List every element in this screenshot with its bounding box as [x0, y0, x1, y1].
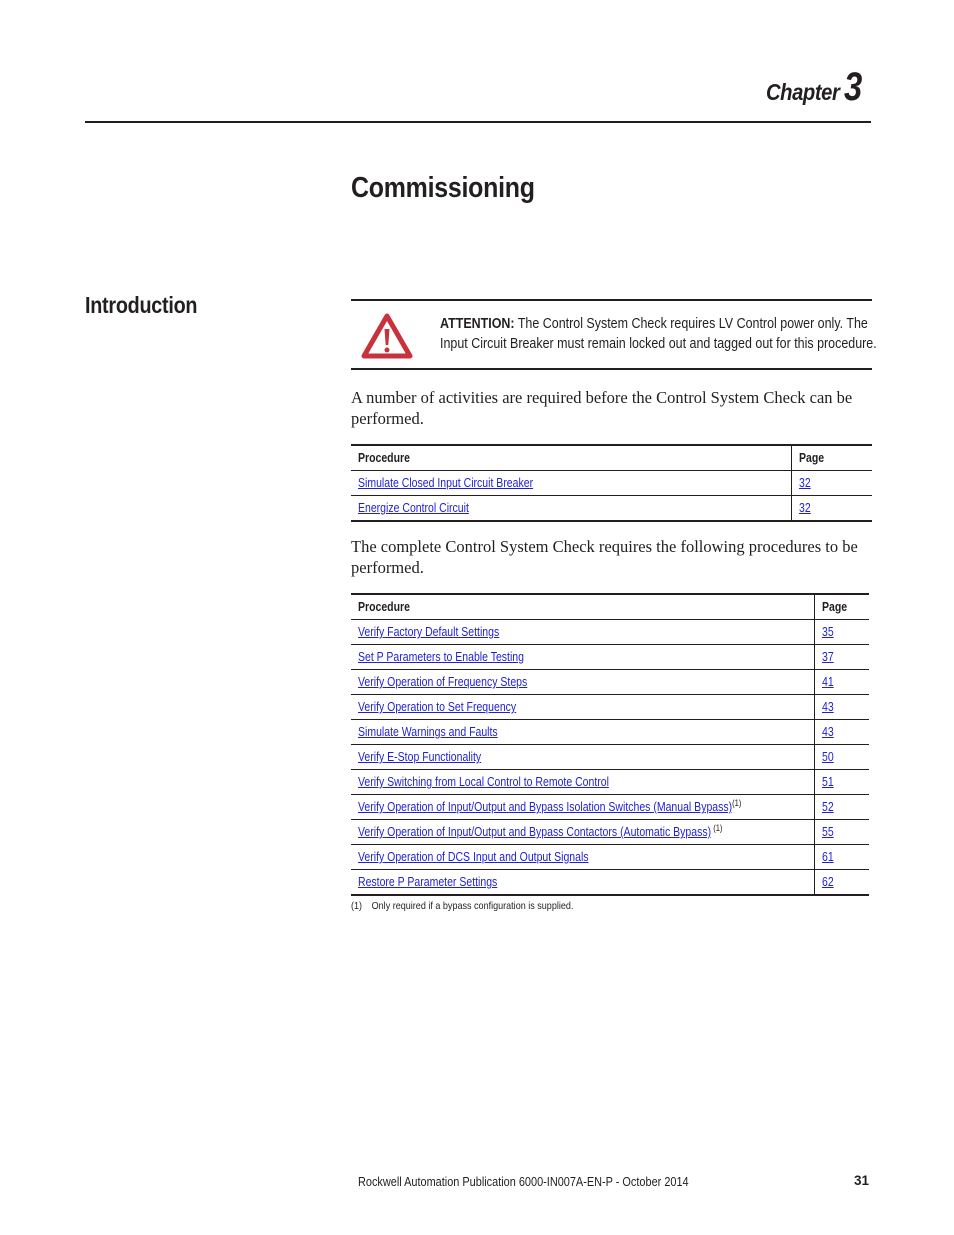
- table-row: Verify E-Stop Functionality 50: [351, 744, 869, 770]
- column-header-procedure: Procedure: [351, 593, 815, 620]
- table-header-row: Procedure Page: [351, 444, 872, 471]
- procedure-link[interactable]: Verify Operation of Input/Output and Byp…: [358, 825, 711, 839]
- attention-line1: The Control System Check requires LV Con…: [514, 316, 868, 332]
- procedure-link[interactable]: Verify Operation of Input/Output and Byp…: [358, 800, 732, 814]
- intro-paragraph-2: The complete Control System Check requir…: [351, 537, 858, 577]
- footnote-reference: (1): [732, 797, 742, 808]
- chapter-number: 3: [843, 65, 862, 109]
- table-row: Verify Factory Default Settings 35: [351, 619, 869, 645]
- attention-box: ATTENTION: The Control System Check requ…: [351, 299, 877, 370]
- table-row: Verify Operation to Set Frequency 43: [351, 694, 869, 720]
- page-link[interactable]: 55: [822, 825, 834, 839]
- page-link[interactable]: 41: [822, 675, 834, 689]
- page-link[interactable]: 52: [822, 800, 834, 814]
- footnote-reference: (1): [711, 822, 723, 833]
- attention-line2: Input Circuit Breaker must remain locked…: [440, 336, 877, 352]
- publication-footer: Rockwell Automation Publication 6000-IN0…: [358, 1174, 689, 1189]
- page-link[interactable]: 61: [822, 850, 834, 864]
- attention-label: ATTENTION:: [440, 316, 515, 332]
- chapter-heading: Chapter 3: [756, 65, 866, 109]
- column-header-procedure: Procedure: [351, 444, 792, 471]
- page-link[interactable]: 43: [822, 725, 834, 739]
- table-row: Set P Parameters to Enable Testing 37: [351, 644, 869, 670]
- procedure-link[interactable]: Verify Operation of DCS Input and Output…: [358, 850, 589, 864]
- page-link[interactable]: 51: [822, 775, 834, 789]
- procedure-link[interactable]: Verify Operation to Set Frequency: [358, 700, 516, 714]
- page-link[interactable]: 50: [822, 750, 834, 764]
- table-row: Simulate Closed Input Circuit Breaker 32: [351, 470, 872, 496]
- footnote-text: Only required if a bypass configuration …: [371, 900, 574, 912]
- section-title: Introduction: [85, 292, 198, 318]
- procedure-link[interactable]: Verify Factory Default Settings: [358, 625, 499, 639]
- procedure-link[interactable]: Simulate Closed Input Circuit Breaker: [358, 476, 533, 490]
- chapter-rule: [85, 121, 871, 123]
- procedure-link[interactable]: Verify Switching from Local Control to R…: [358, 775, 609, 789]
- procedure-link[interactable]: Simulate Warnings and Faults: [358, 725, 498, 739]
- table-row: Simulate Warnings and Faults 43: [351, 719, 869, 745]
- attention-text: ATTENTION: The Control System Check requ…: [440, 314, 877, 354]
- procedure-link[interactable]: Verify E-Stop Functionality: [358, 750, 481, 764]
- table-footnote: (1) Only required if a bypass configurati…: [351, 900, 573, 912]
- procedure-link[interactable]: Restore P Parameter Settings: [358, 875, 497, 889]
- page-link[interactable]: 43: [822, 700, 834, 714]
- footnote-mark: (1): [351, 900, 363, 912]
- page-link[interactable]: 62: [822, 875, 834, 889]
- page-title: Commissioning: [351, 172, 535, 204]
- intro-paragraph-1: A number of activities are required befo…: [351, 388, 853, 428]
- prerequisite-procedures-table: Procedure Page Simulate Closed Input Cir…: [351, 444, 872, 522]
- table-row: Verify Switching from Local Control to R…: [351, 769, 869, 795]
- table-row: Energize Control Circuit 32: [351, 495, 872, 522]
- page-link[interactable]: 32: [799, 501, 811, 515]
- column-header-page: Page: [814, 593, 869, 620]
- page-link[interactable]: 37: [822, 650, 834, 664]
- table-row: Restore P Parameter Settings 62: [351, 869, 869, 896]
- page-link[interactable]: 35: [822, 625, 834, 639]
- procedure-link[interactable]: Set P Parameters to Enable Testing: [358, 650, 524, 664]
- table-row: Verify Operation of Input/Output and Byp…: [351, 819, 869, 845]
- warning-triangle-icon: [360, 312, 414, 360]
- table-row: Verify Operation of Frequency Steps 41: [351, 669, 869, 695]
- column-header-page: Page: [791, 444, 872, 471]
- chapter-label: Chapter: [766, 79, 840, 105]
- procedure-link[interactable]: Verify Operation of Frequency Steps: [358, 675, 527, 689]
- page-number: 31: [853, 1173, 869, 1188]
- table-header-row: Procedure Page: [351, 593, 869, 620]
- page-link[interactable]: 32: [799, 476, 811, 490]
- table-row: Verify Operation of Input/Output and Byp…: [351, 794, 869, 820]
- table-row: Verify Operation of DCS Input and Output…: [351, 844, 869, 870]
- procedure-link[interactable]: Energize Control Circuit: [358, 501, 469, 515]
- control-system-check-procedures-table: Procedure Page Verify Factory Default Se…: [351, 593, 869, 896]
